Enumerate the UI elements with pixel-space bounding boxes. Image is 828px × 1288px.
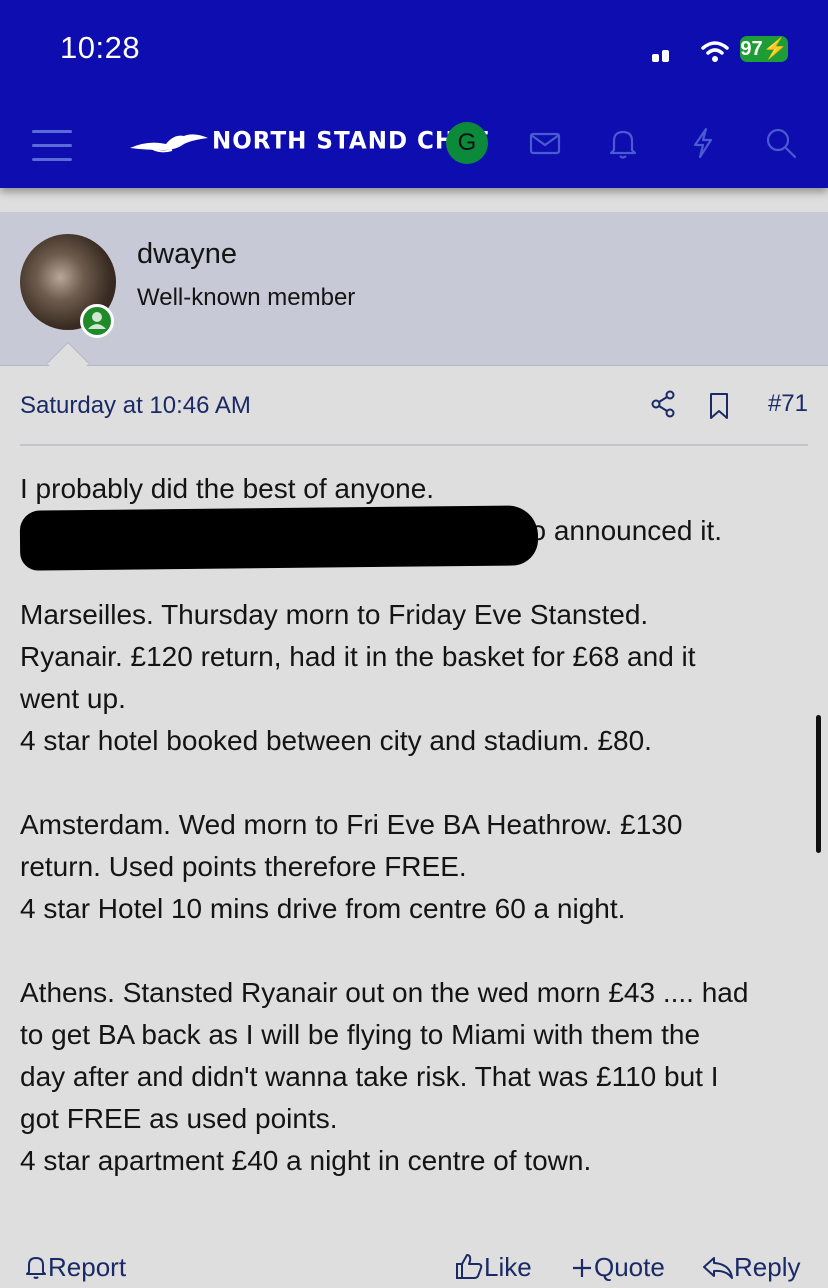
status-time: 10:28	[60, 30, 141, 65]
post-line: Athens. Stansted Ryanair out on the wed …	[20, 977, 749, 1008]
top-app-bar: 10:28 97⚡ NORTH STAND CHAT G	[0, 0, 828, 188]
nav-row: NORTH STAND CHAT G	[0, 120, 828, 164]
share-icon[interactable]	[650, 390, 676, 418]
post-date[interactable]: Saturday at 10:46 AM	[20, 392, 251, 420]
lightning-icon[interactable]	[686, 126, 720, 160]
post-line: day after and didn't wanna take risk. Th…	[20, 1061, 719, 1092]
quote-label: Quote	[594, 1252, 665, 1282]
bell-icon[interactable]	[606, 126, 640, 160]
report-button[interactable]: Report	[24, 1252, 126, 1283]
post-line: return. Used points therefore FREE.	[20, 851, 467, 882]
reply-button[interactable]: Reply	[702, 1252, 800, 1283]
post-line: I probably did the best of anyone.	[20, 473, 435, 504]
username[interactable]: dwayne	[137, 238, 237, 271]
cellular-signal-icon	[652, 48, 672, 62]
post-line: 4 star apartment £40 a night in centre o…	[20, 1145, 592, 1176]
post-line: 4 star hotel booked between city and sta…	[20, 725, 652, 756]
seagull-logo-icon[interactable]	[128, 128, 210, 156]
quote-button[interactable]: Quote	[570, 1252, 665, 1283]
bookmark-icon[interactable]	[708, 392, 730, 420]
battery-level: 97	[740, 38, 763, 60]
account-avatar[interactable]: G	[446, 122, 488, 164]
wifi-icon	[701, 41, 729, 62]
redaction-scribble	[19, 505, 539, 571]
post-line: 4 star Hotel 10 mins drive from centre 6…	[20, 893, 626, 924]
charging-bolt-icon: ⚡	[762, 38, 788, 60]
scrollbar[interactable]	[816, 715, 821, 853]
report-bell-icon	[26, 1257, 46, 1279]
post-line: Marseilles. Thursday morn to Friday Eve …	[20, 599, 649, 630]
like-label: Like	[484, 1252, 532, 1282]
post-line: Amsterdam. Wed morn to Fri Eve BA Heathr…	[20, 809, 683, 840]
thumbs-up-icon	[456, 1254, 483, 1279]
post-author-header: dwayne Well-known member	[0, 212, 828, 366]
battery-indicator: 97⚡	[740, 36, 788, 62]
post-body: I probably did the best of anyone. I was…	[20, 468, 815, 1182]
menu-icon[interactable]	[32, 126, 72, 161]
user-title: Well-known member	[137, 284, 356, 311]
post-line: Ryanair. £120 return, had it in the bask…	[20, 641, 696, 672]
post-line: to get BA back as I will be flying to Mi…	[20, 1019, 701, 1050]
post-number[interactable]: #71	[768, 390, 808, 418]
post-line: went up.	[20, 683, 126, 714]
post-meta-row: Saturday at 10:46 AM #71	[20, 390, 808, 446]
plus-icon	[573, 1259, 591, 1277]
post-actions: Report Like Quote Reply	[0, 1248, 828, 1288]
reply-arrow-icon	[703, 1257, 733, 1279]
online-status-icon	[80, 304, 114, 338]
search-icon[interactable]	[764, 126, 798, 160]
like-button[interactable]: Like	[454, 1252, 532, 1283]
mail-icon[interactable]	[528, 126, 562, 160]
reply-label: Reply	[734, 1252, 801, 1282]
post-line: got FREE as used points.	[20, 1103, 338, 1134]
report-label: Report	[48, 1252, 127, 1282]
